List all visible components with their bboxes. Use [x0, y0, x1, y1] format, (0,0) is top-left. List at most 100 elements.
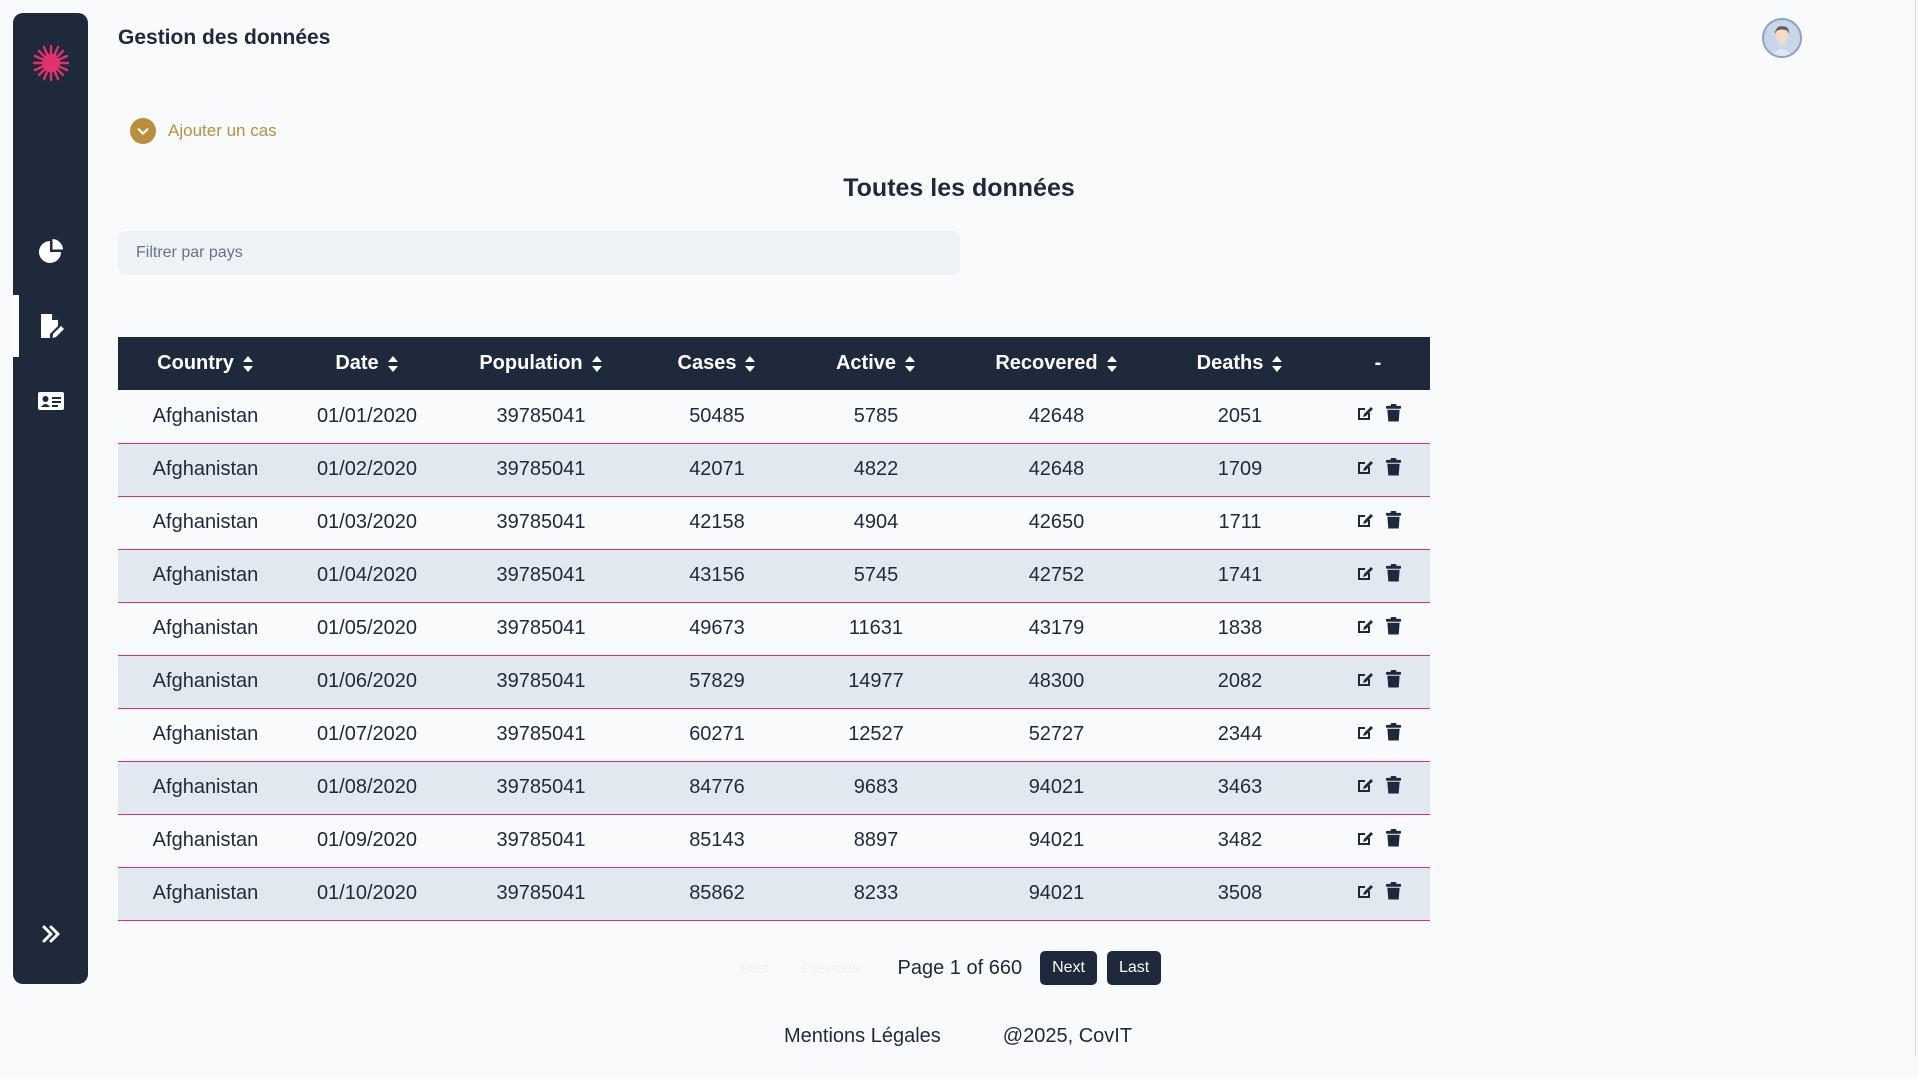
row-actions: [1326, 443, 1430, 496]
sidebar-item-data-management[interactable]: [13, 295, 88, 357]
avatar[interactable]: [1762, 18, 1802, 58]
edit-icon[interactable]: [1355, 510, 1375, 536]
cell-date: 01/05/2020: [316, 617, 418, 639]
cell-country: Afghanistan: [152, 829, 259, 851]
cell-recovered: 42650: [1028, 511, 1085, 533]
trash-icon[interactable]: [1385, 563, 1402, 589]
cell-active: 12527: [848, 723, 904, 745]
sidebar-item-dashboard[interactable]: [13, 220, 88, 282]
edit-icon[interactable]: [1355, 775, 1375, 801]
cell-deaths: 1711: [1218, 511, 1262, 533]
trash-icon[interactable]: [1385, 616, 1402, 642]
country-filter-input[interactable]: [118, 231, 960, 275]
column-header-recovered[interactable]: Recovered: [959, 337, 1154, 390]
cell-country: Afghanistan: [152, 882, 259, 904]
add-case-label: Ajouter un cas: [168, 121, 277, 140]
trash-icon[interactable]: [1385, 510, 1402, 536]
trash-icon[interactable]: [1385, 775, 1402, 801]
edit-icon[interactable]: [1355, 828, 1375, 854]
cell-cases: 85143: [689, 829, 745, 851]
cell-country: Afghanistan: [152, 564, 259, 586]
cell-population: 39785041: [496, 404, 586, 427]
add-case-toggle[interactable]: Ajouter un cas: [130, 118, 277, 144]
cell-country: Afghanistan: [152, 617, 259, 639]
edit-icon[interactable]: [1355, 616, 1375, 642]
footer: Mentions Légales @2025, CovIT: [784, 1025, 1132, 1048]
table-row: Afghanistan 01/09/2020 39785041 85143 8897 94…: [118, 814, 1430, 867]
column-header-country[interactable]: Country: [118, 337, 293, 390]
cell-deaths: 2082: [1217, 670, 1263, 692]
sort-icon: [387, 355, 398, 372]
cell-cases: 84776: [689, 776, 745, 798]
cell-date: 01/03/2020: [316, 511, 418, 533]
edit-icon[interactable]: [1355, 722, 1375, 748]
previous-page-button[interactable]: Previous: [801, 960, 859, 977]
file-edit-icon: [40, 314, 64, 338]
cell-deaths: 2344: [1217, 723, 1263, 745]
cell-recovered: 42648: [1028, 458, 1085, 480]
column-header-active[interactable]: Active: [793, 337, 959, 390]
cell-active: 14977: [848, 670, 904, 692]
row-actions: [1326, 814, 1430, 867]
logo-icon[interactable]: [31, 43, 71, 83]
edit-icon[interactable]: [1355, 457, 1375, 483]
table-row: Afghanistan 01/07/2020 39785041 60271 12527 5…: [118, 708, 1430, 761]
edit-icon[interactable]: [1355, 881, 1375, 907]
cell-date: 01/02/2020: [316, 458, 418, 480]
trash-icon[interactable]: [1385, 403, 1402, 429]
row-actions: [1326, 496, 1430, 549]
cell-country: Afghanistan: [152, 776, 259, 798]
next-page-button[interactable]: Next: [1040, 951, 1097, 985]
sort-icon: [905, 355, 916, 372]
cell-recovered: 94021: [1028, 776, 1085, 798]
trash-icon[interactable]: [1385, 881, 1402, 907]
cell-active: 9683: [853, 776, 899, 798]
sidebar-item-contact[interactable]: [13, 370, 88, 432]
cell-population: 39785041: [496, 458, 586, 480]
cell-deaths: 1709: [1217, 458, 1263, 480]
column-header-date[interactable]: Date: [293, 337, 441, 390]
cell-population: 39785041: [496, 882, 586, 904]
trash-icon[interactable]: [1385, 457, 1402, 483]
column-header-deaths[interactable]: Deaths: [1154, 337, 1326, 390]
table-row: Afghanistan 01/05/2020 39785041 49673 11631 4…: [118, 602, 1430, 655]
cell-date: 01/06/2020: [316, 670, 418, 692]
legal-notice-link[interactable]: Mentions Légales: [784, 1025, 941, 1048]
column-header-label: Deaths: [1196, 352, 1264, 374]
cell-deaths: 2051: [1217, 404, 1263, 427]
cell-date: 01/04/2020: [316, 564, 418, 586]
edit-icon[interactable]: [1355, 563, 1375, 589]
expand-sidebar-button[interactable]: [13, 914, 88, 954]
cell-cases: 49673: [689, 617, 745, 639]
column-header-cases[interactable]: Cases: [641, 337, 793, 390]
cell-population: 39785041: [496, 829, 586, 851]
table-header-row: Country Date Population Cases Active Rec…: [118, 337, 1430, 390]
trash-icon[interactable]: [1385, 828, 1402, 854]
cell-active: 11631: [848, 617, 904, 639]
user-avatar-icon: [1764, 20, 1800, 56]
trash-icon[interactable]: [1385, 722, 1402, 748]
first-page-button[interactable]: First: [740, 960, 769, 977]
cell-country: Afghanistan: [152, 511, 259, 533]
column-header-actions: -: [1374, 352, 1382, 374]
edit-icon[interactable]: [1355, 403, 1375, 429]
column-header-population[interactable]: Population: [441, 337, 641, 390]
chevron-down-icon: [130, 118, 156, 144]
last-page-button[interactable]: Last: [1107, 951, 1162, 985]
cell-cases: 42158: [689, 511, 745, 533]
cell-population: 39785041: [496, 776, 586, 798]
cell-active: 8897: [853, 829, 899, 851]
cell-date: 01/10/2020: [316, 882, 418, 904]
sidebar: [13, 13, 88, 984]
column-header-label: Population: [479, 352, 583, 374]
sort-icon: [1272, 355, 1283, 372]
cell-cases: 43156: [689, 564, 745, 586]
trash-icon[interactable]: [1385, 669, 1402, 695]
cell-cases: 50485: [689, 404, 745, 427]
cell-deaths: 3463: [1217, 776, 1263, 798]
cell-active: 4822: [853, 458, 899, 480]
row-actions: [1326, 761, 1430, 814]
sort-icon: [1106, 355, 1117, 372]
edit-icon[interactable]: [1355, 669, 1375, 695]
scrollbar-track[interactable]: [1915, 0, 1916, 1056]
